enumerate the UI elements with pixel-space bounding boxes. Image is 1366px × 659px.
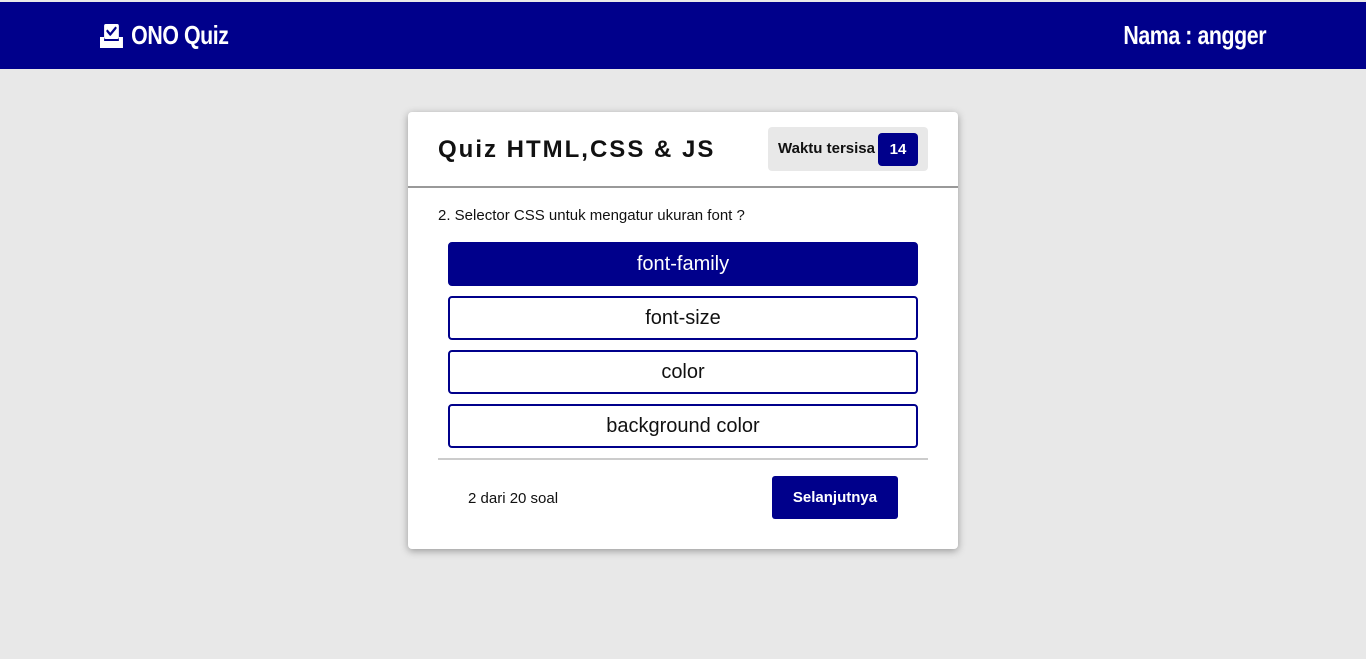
quiz-title: Quiz HTML,CSS & JS xyxy=(438,136,716,163)
question-progress: 2 dari 20 soal xyxy=(468,490,559,507)
answer-option[interactable]: background color xyxy=(448,404,918,448)
timer-value: 14 xyxy=(878,133,918,166)
timer-box: Waktu tersisa 14 xyxy=(768,127,928,171)
question-text: 2. Selector CSS untuk mengatur ukuran fo… xyxy=(438,207,745,224)
top-navbar: ONO Quiz Nama : angger xyxy=(0,2,1366,69)
answer-option[interactable]: font-size xyxy=(448,296,918,340)
answer-option[interactable]: color xyxy=(448,350,918,394)
timer-label: Waktu tersisa xyxy=(778,140,875,157)
next-button[interactable]: Selanjutnya xyxy=(772,476,898,519)
footer-divider xyxy=(438,458,928,460)
brand-name: ONO Quiz xyxy=(131,20,229,50)
inbox-check-icon xyxy=(100,23,123,48)
quiz-card: Quiz HTML,CSS & JS Waktu tersisa 14 2. S… xyxy=(408,112,958,549)
answer-option[interactable]: font-family xyxy=(448,242,918,286)
user-name-label: Nama : angger xyxy=(1123,20,1266,50)
quiz-card-header: Quiz HTML,CSS & JS Waktu tersisa 14 xyxy=(408,112,958,188)
brand[interactable]: ONO Quiz xyxy=(100,20,229,51)
